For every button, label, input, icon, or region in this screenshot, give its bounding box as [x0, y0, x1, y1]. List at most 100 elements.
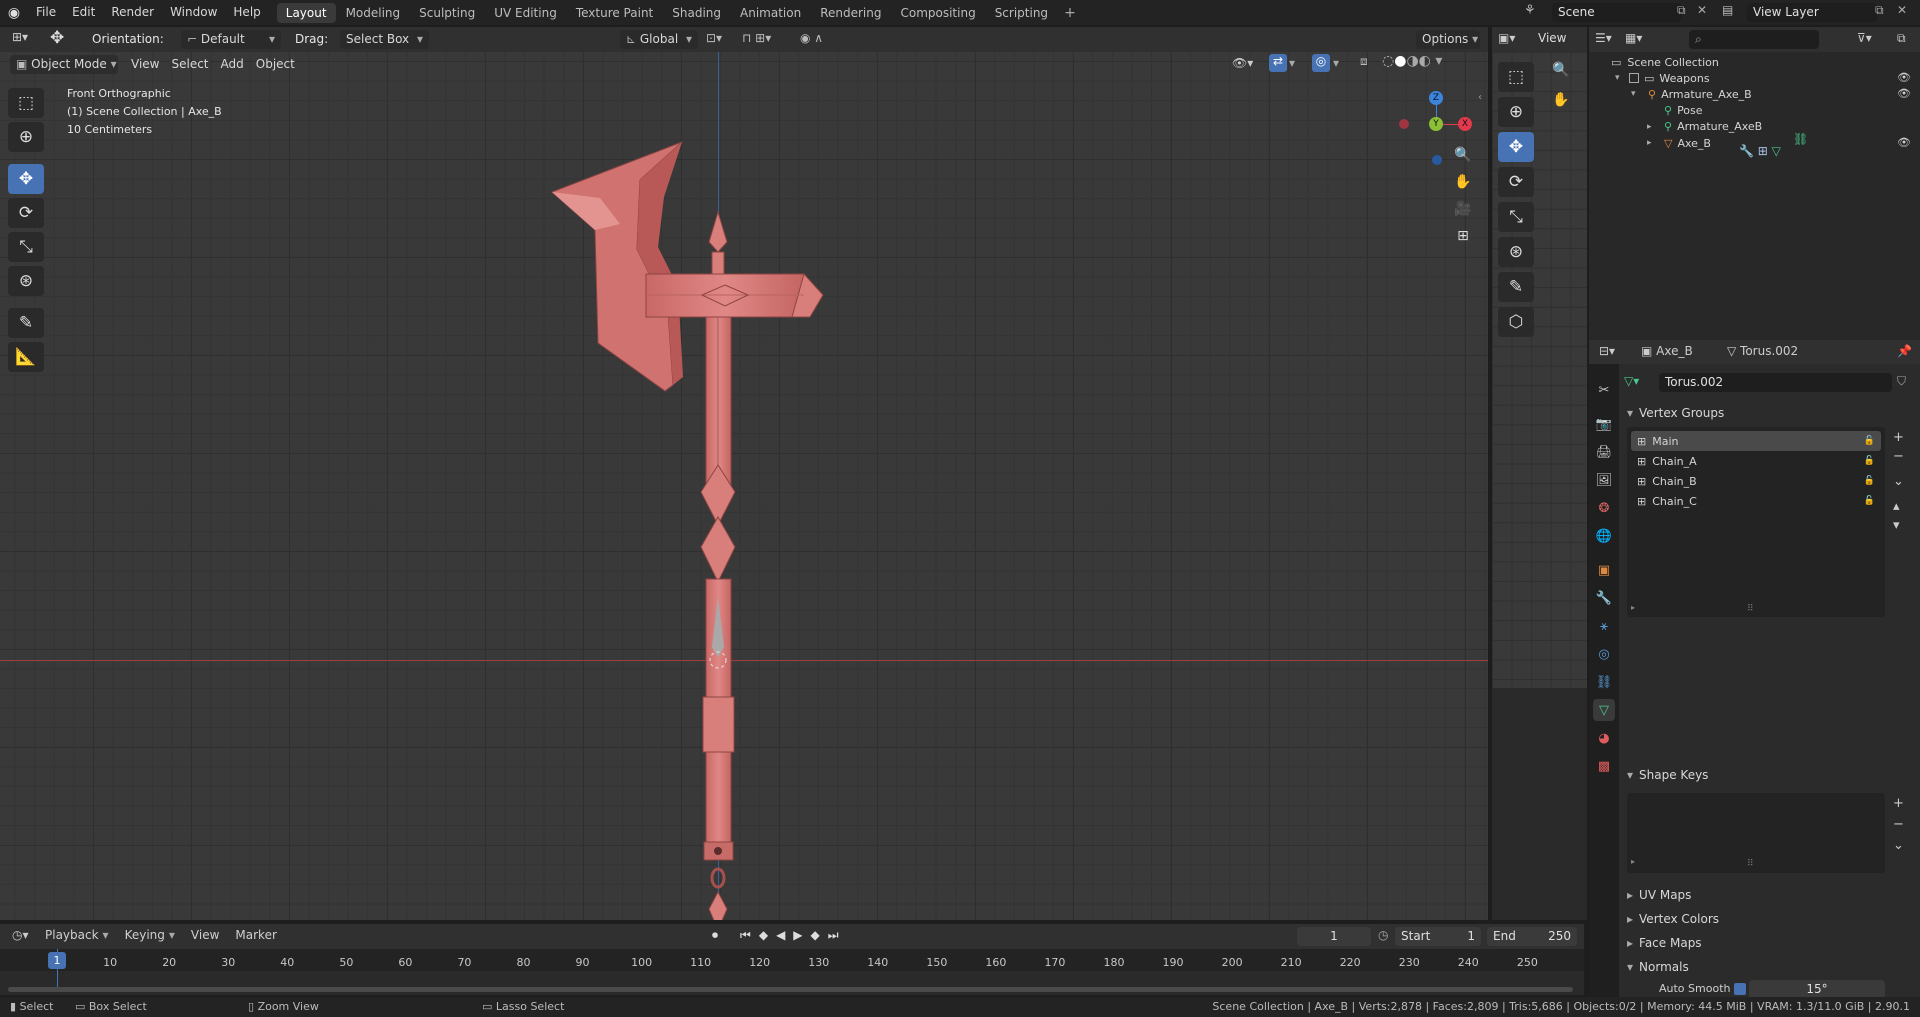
physics-tab-icon[interactable]: ◎ [1593, 643, 1615, 665]
vertex-group-item[interactable]: ⊞ Chain_A 🔓 [1631, 451, 1881, 471]
vertex-groups-header[interactable]: ▾ Vertex Groups [1627, 401, 1724, 425]
solid-shading-icon[interactable]: ● [1394, 53, 1406, 69]
mesh-datablock-icon[interactable]: ▽▾ [1624, 374, 1639, 388]
list-expand-icon[interactable]: ▸ [1631, 603, 1635, 612]
collapsed-section[interactable]: ▸ Face Maps [1627, 931, 1719, 955]
pin-icon[interactable]: 📌 [1897, 344, 1912, 358]
list-expand-icon[interactable]: ▸ [1631, 857, 1635, 866]
overlay-toggle-icon[interactable]: ◎ [1312, 54, 1330, 72]
transform-orientation-dropdown[interactable]: ⊾ Global ▾ [620, 30, 698, 49]
tab-animation[interactable]: Animation [731, 3, 810, 23]
scene-tab-icon[interactable]: ❂ [1593, 497, 1615, 519]
collapsed-section[interactable]: ▸ Vertex Colors [1627, 907, 1719, 931]
gizmo-neg-x[interactable] [1399, 119, 1409, 129]
preview-range-icon[interactable]: ◷ [1378, 928, 1388, 942]
current-frame-field[interactable]: 1 [1297, 927, 1371, 946]
sample-icon[interactable]: ⬡ [1498, 307, 1534, 337]
disclosure-icon[interactable]: ▾ [1631, 89, 1643, 99]
move-down-icon[interactable]: ▾ [1893, 518, 1904, 533]
editor-type-icon[interactable]: ⊞▾ [12, 30, 28, 44]
move-up-icon[interactable]: ▴ [1893, 499, 1904, 514]
measure-tool-icon[interactable]: 📐 [8, 342, 44, 372]
grid-view-icon[interactable]: ⊞ [1452, 228, 1474, 250]
camera-icon[interactable]: 🎥 [1452, 201, 1474, 223]
visibility-eye-icon[interactable]: 👁 [1897, 136, 1911, 149]
mesh-name-field[interactable]: Torus.002 [1659, 373, 1892, 392]
new-scene-icon[interactable]: ⧉ [1677, 3, 1686, 18]
proportional-editing-icon[interactable]: ◉ ∧ [800, 31, 823, 45]
shape-key-specials-icon[interactable]: ⌄ [1893, 838, 1904, 853]
armature-modifier-icons[interactable]: 🔧 ⊞ ▽ [1739, 144, 1781, 158]
prev-keyframe-icon[interactable]: ◆ [759, 928, 768, 943]
menu-help[interactable]: Help [225, 0, 268, 25]
tool-tab-icon[interactable]: ✂ [1593, 379, 1615, 401]
tab-uv-editing[interactable]: UV Editing [485, 3, 566, 23]
record-icon[interactable]: ⏺ [712, 928, 718, 943]
secondary-view-menu[interactable]: View [1538, 31, 1566, 45]
modifiers-tab-icon[interactable]: 🔧 [1593, 587, 1615, 609]
mode-dropdown[interactable]: ▣ Object Mode ▾ [10, 55, 118, 74]
pan-hand-icon[interactable]: ✋ [1552, 92, 1569, 108]
vertex-group-list[interactable]: ⊞ Main 🔓 ⊞ Chain_A 🔓 ⊞ Chain_B 🔓 ⊞ Chain_C 🔓 ▸ ⠿ [1627, 427, 1885, 617]
auto-smooth-angle[interactable]: 15° [1749, 980, 1885, 997]
normals-header[interactable]: ▾ Normals [1627, 955, 1689, 979]
output-tab-icon[interactable]: 🖨 [1593, 441, 1615, 463]
disclosure-icon[interactable]: ▸ [1647, 138, 1659, 148]
menu-edit[interactable]: Edit [64, 0, 103, 25]
marker-menu[interactable]: Marker [235, 928, 276, 942]
remove-shape-key-button[interactable]: − [1893, 817, 1904, 832]
shape-key-list[interactable]: ▸ ⠿ [1627, 793, 1885, 873]
visibility-eye-icon[interactable]: 👁 [1897, 87, 1911, 100]
add-shape-key-button[interactable]: + [1893, 796, 1904, 811]
timeline-scrollbar[interactable] [8, 987, 1573, 992]
annotate-tool-icon[interactable]: ✎ [8, 308, 44, 338]
list-resize-handle[interactable]: ⠿ [1747, 604, 1754, 614]
wireframe-shading-icon[interactable]: ◌ [1382, 53, 1394, 69]
tab-layout[interactable]: Layout [276, 2, 336, 23]
object-tab-icon[interactable]: ▣ [1593, 559, 1615, 581]
disclosure-icon[interactable]: ▾ [1615, 73, 1627, 83]
orientation-dropdown[interactable]: ⌐ Default ▾ [181, 30, 281, 49]
tab-modeling[interactable]: Modeling [337, 3, 410, 23]
scale-tool-icon[interactable]: ⤡ [8, 232, 44, 262]
viewport-menu-select[interactable]: Select [165, 55, 214, 74]
cursor-tool-icon[interactable]: ⊕ [8, 122, 44, 152]
cursor-icon[interactable]: ⊕ [1498, 97, 1534, 127]
visibility-icons[interactable]: 👁▾ [1232, 56, 1253, 70]
viewport-menu-object[interactable]: Object [250, 55, 301, 74]
blender-logo-icon[interactable]: ◉ [0, 5, 28, 21]
vertex-group-item[interactable]: ⊞ Main 🔓 [1631, 431, 1881, 451]
scene-selector[interactable]: Scene [1552, 3, 1682, 22]
gizmo-dropdown-icon[interactable]: ▾ [1289, 56, 1295, 70]
vertex-group-item[interactable]: ⊞ Chain_B 🔓 [1631, 471, 1881, 491]
view-layer-selector[interactable]: View Layer [1747, 3, 1877, 22]
properties-editor-icon[interactable]: ⊟▾ [1599, 344, 1615, 358]
gizmo-x-axis[interactable]: X [1458, 117, 1472, 131]
world-tab-icon[interactable]: 🌐 [1593, 525, 1615, 547]
timeline-editor-icon[interactable]: ◷▾ [12, 928, 29, 942]
menu-window[interactable]: Window [162, 0, 225, 25]
keying-menu[interactable]: Keying [125, 928, 165, 942]
texture-tab-icon[interactable]: ▩ [1593, 755, 1615, 777]
new-view-layer-icon[interactable]: ⧉ [1875, 3, 1884, 18]
move-icon[interactable]: ✥ [1498, 132, 1534, 162]
tab-sculpting[interactable]: Sculpting [410, 3, 484, 23]
play-icon[interactable]: ▶ [793, 928, 802, 943]
add-vertex-group-button[interactable]: + [1893, 430, 1904, 445]
secondary-viewport[interactable]: ⬚ ⊕ ✥ ⟳ ⤡ ⊛ ✎ ⬡ 🔍 ✋ [1492, 52, 1587, 688]
menu-render[interactable]: Render [103, 0, 162, 25]
scale-icon[interactable]: ⤡ [1498, 202, 1534, 232]
end-frame-field[interactable]: End 250 [1487, 927, 1577, 946]
filter-icon[interactable]: ⊽▾ [1857, 31, 1872, 45]
lock-icon[interactable]: 🔓 [1864, 496, 1875, 506]
display-mode-icon[interactable]: ▦▾ [1625, 31, 1642, 45]
playhead-frame[interactable]: 1 [48, 952, 66, 969]
axe-mesh[interactable] [540, 107, 840, 920]
remove-vertex-group-button[interactable]: − [1893, 449, 1904, 464]
material-shading-icon[interactable]: ◑ [1406, 53, 1418, 69]
collapsed-section[interactable]: ▸ UV Maps [1627, 883, 1719, 907]
vertex-group-item[interactable]: ⊞ Chain_C 🔓 [1631, 491, 1881, 511]
zoom-icon[interactable]: 🔍 [1452, 147, 1474, 169]
start-frame-field[interactable]: Start 1 [1395, 927, 1481, 946]
timeline-view-menu[interactable]: View [191, 928, 219, 942]
